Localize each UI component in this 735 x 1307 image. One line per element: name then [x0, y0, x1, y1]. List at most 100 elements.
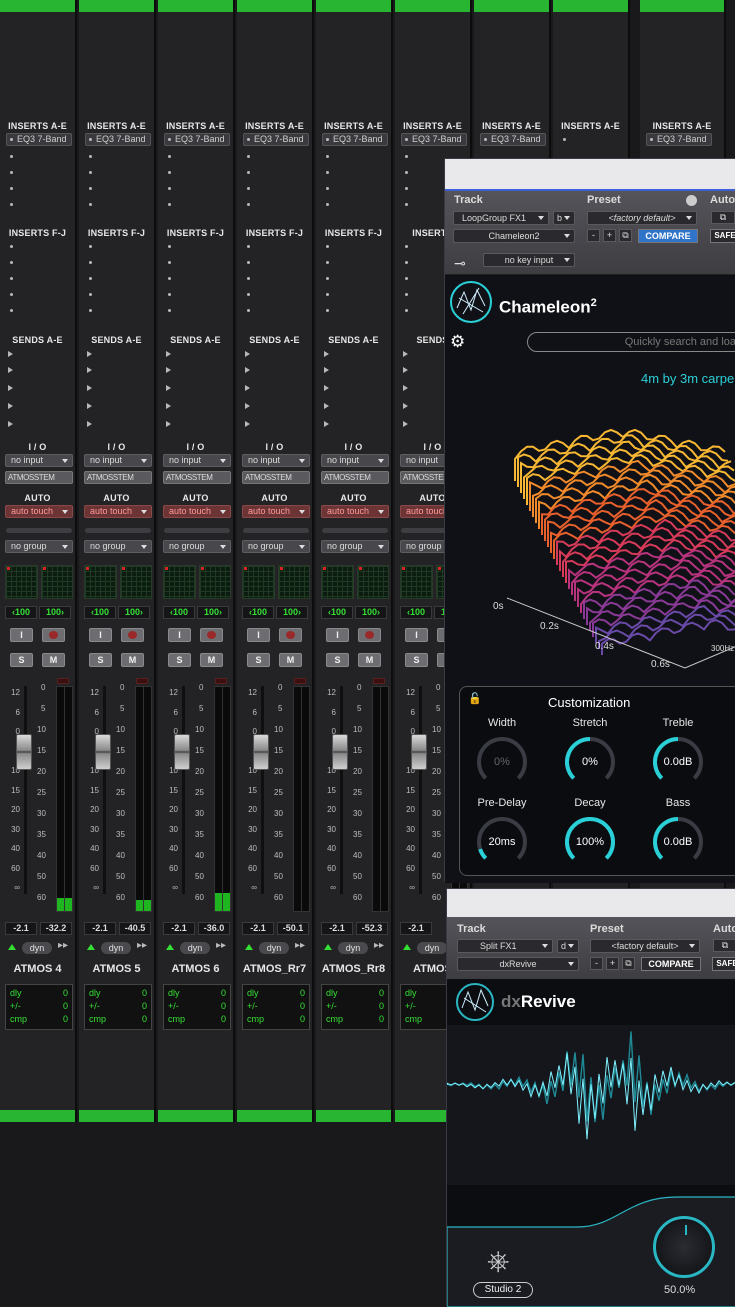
solo-button[interactable]: S — [326, 653, 349, 667]
volume-value[interactable]: -2.1 — [5, 922, 37, 935]
send-slot-empty[interactable] — [324, 351, 329, 357]
send-slot-empty[interactable] — [8, 385, 13, 391]
record-enable-button[interactable] — [358, 628, 381, 642]
comments-box[interactable]: dly 0 +/- 0 cmp 0 — [5, 984, 73, 1030]
track-color-bar-bottom[interactable] — [79, 1110, 154, 1122]
send-slot-empty[interactable] — [8, 351, 13, 357]
volume-value[interactable]: -2.1 — [321, 922, 353, 935]
pan-left[interactable]: ‹100 — [242, 606, 274, 619]
safe-button[interactable]: SAFE — [710, 229, 735, 243]
track-name[interactable]: ATMOS 4 — [0, 963, 75, 975]
automation-mode-selector[interactable]: auto touch — [163, 505, 231, 518]
insert-slot-empty[interactable] — [89, 245, 92, 248]
insert-slot-empty[interactable] — [326, 277, 329, 280]
send-slot-empty[interactable] — [245, 403, 250, 409]
insert-slot-empty[interactable] — [10, 261, 13, 264]
group-selector[interactable]: no group — [84, 540, 152, 553]
volume-value[interactable]: -2.1 — [163, 922, 195, 935]
insert-slot-empty[interactable] — [10, 245, 13, 248]
insert-slot-empty[interactable] — [247, 293, 250, 296]
safe-button[interactable]: SAFE — [712, 957, 735, 971]
preset-minus-button[interactable]: - — [590, 957, 603, 970]
comments-box[interactable]: dly 0 +/- 0 cmp 0 — [242, 984, 310, 1030]
output-selector[interactable]: ATMOSSTEM — [321, 471, 389, 484]
comments-box[interactable]: dly 0 +/- 0 cmp 0 — [321, 984, 389, 1030]
insert-slot-empty[interactable] — [89, 203, 92, 206]
insert-slot-empty[interactable] — [405, 293, 408, 296]
input-monitor-button[interactable]: I — [326, 628, 349, 642]
track-name[interactable]: ATMOS 5 — [79, 963, 154, 975]
input-selector[interactable]: no input — [84, 454, 152, 467]
group-selector[interactable]: no group — [242, 540, 310, 553]
pan-left[interactable]: ‹100 — [84, 606, 116, 619]
insert-slot-empty[interactable] — [168, 171, 171, 174]
input-monitor-button[interactable]: I — [405, 628, 428, 642]
dyn-button[interactable]: dyn — [417, 942, 447, 954]
insert-slot-empty[interactable] — [89, 171, 92, 174]
volume-fader[interactable] — [332, 734, 348, 770]
insert-slot-empty[interactable] — [405, 261, 408, 264]
insert-slot-empty[interactable] — [89, 309, 92, 312]
peak-value[interactable]: -52.3 — [356, 922, 388, 935]
clip-indicator[interactable] — [215, 678, 227, 684]
auto-enable-icon[interactable]: ⧉ — [711, 211, 735, 224]
send-slot-empty[interactable] — [87, 385, 92, 391]
send-slot-empty[interactable] — [245, 351, 250, 357]
solo-button[interactable]: S — [168, 653, 191, 667]
plugin-selector[interactable]: dxRevive — [457, 957, 579, 971]
send-slot-empty[interactable] — [403, 351, 408, 357]
narrow-icon[interactable]: ▸▸ — [295, 940, 305, 951]
insert-slot-empty[interactable] — [326, 203, 329, 206]
insert-slot-empty[interactable] — [247, 277, 250, 280]
send-slot-empty[interactable] — [245, 385, 250, 391]
volume-fader[interactable] — [16, 734, 32, 770]
mute-button[interactable]: M — [279, 653, 302, 667]
volume-value[interactable]: -2.1 — [242, 922, 274, 935]
insert-slot-empty[interactable] — [10, 155, 13, 158]
track-color-bar[interactable] — [474, 0, 549, 12]
group-selector[interactable]: no group — [5, 540, 73, 553]
insert-slot[interactable]: EQ3 7-Band — [243, 133, 309, 146]
insert-slot[interactable]: EQ3 7-Band — [164, 133, 230, 146]
mute-button[interactable]: M — [358, 653, 381, 667]
send-slot-empty[interactable] — [324, 367, 329, 373]
insert-slot-empty[interactable] — [89, 155, 92, 158]
pan-right[interactable]: 100› — [118, 606, 150, 619]
insert-slot-empty[interactable] — [405, 171, 408, 174]
track-color-bar[interactable] — [79, 0, 154, 12]
insert-slot-empty[interactable] — [247, 245, 250, 248]
copy-icon[interactable]: ⧉ — [622, 957, 635, 970]
record-enable-button[interactable] — [279, 628, 302, 642]
insert-slot-empty[interactable] — [247, 261, 250, 264]
send-slot-empty[interactable] — [403, 421, 408, 427]
preset-selector[interactable]: <factory default> — [587, 211, 697, 225]
track-name[interactable]: ATMOS_Rr8 — [316, 963, 391, 975]
insert-slot[interactable]: EQ3 7-Band — [85, 133, 151, 146]
output-selector[interactable]: ATMOSSTEM — [84, 471, 152, 484]
input-monitor-button[interactable]: I — [10, 628, 33, 642]
insert-slot-empty[interactable] — [405, 309, 408, 312]
track-selector[interactable]: LoopGroup FX1 — [453, 211, 549, 225]
insert-slot-empty[interactable] — [89, 187, 92, 190]
volume-value[interactable]: -2.1 — [84, 922, 116, 935]
pan-right[interactable]: 100› — [276, 606, 308, 619]
narrow-icon[interactable]: ▸▸ — [216, 940, 226, 951]
insert-slot-empty[interactable] — [168, 187, 171, 190]
insert-slot-empty[interactable] — [89, 293, 92, 296]
insert-slot-empty[interactable] — [10, 203, 13, 206]
insert-slot-empty[interactable] — [247, 187, 250, 190]
send-slot-empty[interactable] — [8, 421, 13, 427]
pan-right[interactable]: 100› — [197, 606, 229, 619]
narrow-icon[interactable]: ▸▸ — [374, 940, 384, 951]
settings-gear-icon[interactable]: ⚙ — [450, 332, 465, 352]
insert-slot-empty[interactable] — [247, 309, 250, 312]
insert-slot-empty[interactable] — [247, 171, 250, 174]
mute-button[interactable]: M — [200, 653, 223, 667]
narrow-icon[interactable]: ▸▸ — [137, 940, 147, 951]
insert-slot-empty[interactable] — [10, 293, 13, 296]
insert-slot-empty[interactable] — [326, 293, 329, 296]
record-enable-button[interactable] — [200, 628, 223, 642]
dyn-button[interactable]: dyn — [101, 942, 131, 954]
compare-button[interactable]: COMPARE — [641, 957, 701, 971]
plugin-selector[interactable]: Chameleon2 — [453, 229, 575, 243]
